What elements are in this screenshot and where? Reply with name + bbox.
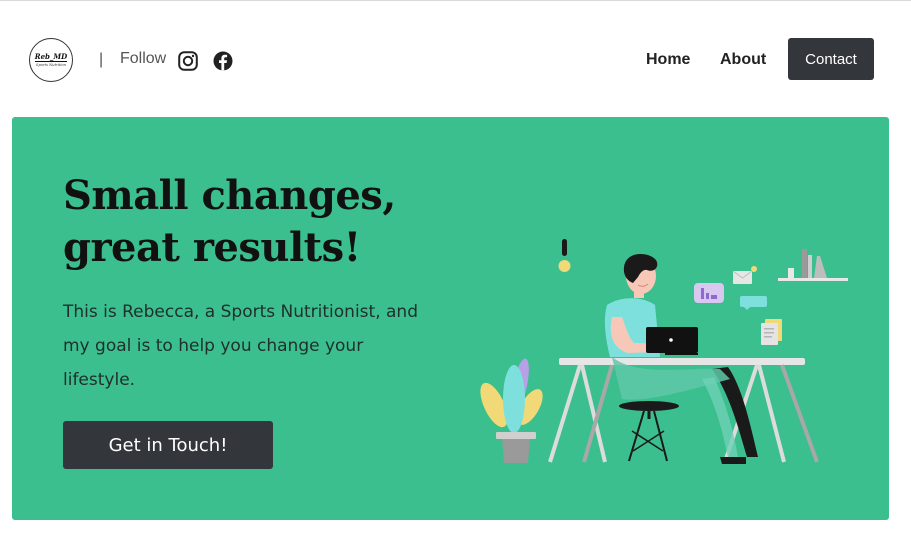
instagram-icon[interactable] <box>178 51 198 71</box>
nav-home[interactable]: Home <box>646 51 690 69</box>
hero-headline: Small changes, great results! <box>63 170 423 274</box>
logo-sub-text: Sports Nutrition <box>36 62 66 67</box>
brand-logo[interactable]: Reb_MD Sports Nutrition <box>29 38 73 82</box>
headline-line-2: great results! <box>63 224 361 271</box>
facebook-icon[interactable] <box>213 51 233 71</box>
follow-separator: | <box>99 51 104 68</box>
hero-intro: This is Rebecca, a Sports Nutritionist, … <box>63 302 418 390</box>
get-in-touch-button[interactable]: Get in Touch! <box>63 421 273 469</box>
nav-about[interactable]: About <box>720 51 766 69</box>
logo-main-text: Reb_MD <box>34 51 68 62</box>
contact-button[interactable]: Contact <box>788 38 874 80</box>
hero-section: Small changes, great results! This is Re… <box>12 117 889 520</box>
site-header: Reb_MD Sports Nutrition | Follow Home Ab… <box>0 1 911 117</box>
headline-line-1: Small changes, <box>63 172 396 219</box>
follow-label: Follow <box>120 50 167 67</box>
person-working-at-desk-illustration <box>480 239 848 464</box>
